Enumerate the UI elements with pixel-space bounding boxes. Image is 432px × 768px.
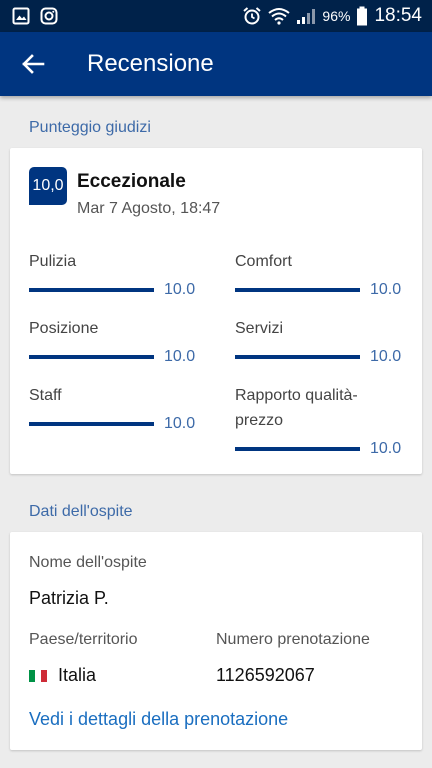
guest-section-label: Dati dell'ospite [29,503,133,520]
italy-flag-icon [29,666,47,682]
rating-bar [29,422,154,426]
rating-value: 10.0 [164,281,196,298]
guest-card: Nome dell'ospite Patrizia P. Paese/terri… [10,532,422,750]
rating-staff: Staff 10.0 [29,383,195,433]
battery-icon [357,6,368,26]
country-label: Paese/territorio [29,631,138,648]
rating-label: Staff [29,387,62,404]
battery-percentage: 96% [322,8,351,24]
rating-label: Posizione [29,320,99,337]
app-bar: Recensione [0,32,432,96]
scores-card: 10,0 Eccezionale Mar 7 Agosto, 18:47 Pul… [10,148,422,474]
alarm-icon [243,7,262,25]
country-name: Italia [58,665,97,685]
signal-icon [297,9,316,24]
guest-name-value: Patrizia P. [29,588,109,608]
guest-name-label: Nome dell'ospite [29,554,147,571]
rating-label: Rapporto qualità-prezzo [235,387,358,429]
rating-bar [235,447,360,451]
booking-number-value: 1126592067 [216,665,315,685]
rating-bar [235,355,360,359]
rating-cleanliness: Pulizia 10.0 [29,249,195,299]
country-value: Italia [29,665,96,686]
rating-facilities: Servizi 10.0 [235,316,401,366]
rating-comfort: Comfort 10.0 [235,249,401,299]
rating-value: 10.0 [164,348,196,365]
rating-value: 10.0 [164,415,196,432]
rating-bar [29,288,154,292]
status-bar: 96% 18:54 [0,0,432,32]
rating-value: 10.0 [370,348,402,365]
scores-section-label: Punteggio giudizi [29,119,151,136]
instagram-icon [40,7,58,25]
rating-value: 10.0 [370,440,402,457]
booking-details-link[interactable]: Vedi i dettagli della prenotazione [29,709,288,730]
back-button[interactable] [14,46,52,82]
image-icon [12,7,30,25]
page-title: Recensione [87,50,214,77]
overall-score-word: Eccezionale [77,171,186,192]
wifi-icon [268,8,291,25]
clock: 18:54 [374,5,422,26]
booking-number-label: Numero prenotazione [216,631,370,648]
rating-value: 10.0 [370,281,402,298]
rating-location: Posizione 10.0 [29,316,195,366]
rating-label: Servizi [235,320,284,337]
rating-bar [235,288,360,292]
arrow-left-icon [22,54,45,74]
review-date: Mar 7 Agosto, 18:47 [77,200,221,217]
rating-value-for-money: Rapporto qualità-prezzo 10.0 [235,383,401,458]
overall-score-badge: 10,0 [29,167,67,205]
rating-bar [29,355,154,359]
rating-label: Pulizia [29,253,77,270]
rating-label: Comfort [235,253,292,270]
